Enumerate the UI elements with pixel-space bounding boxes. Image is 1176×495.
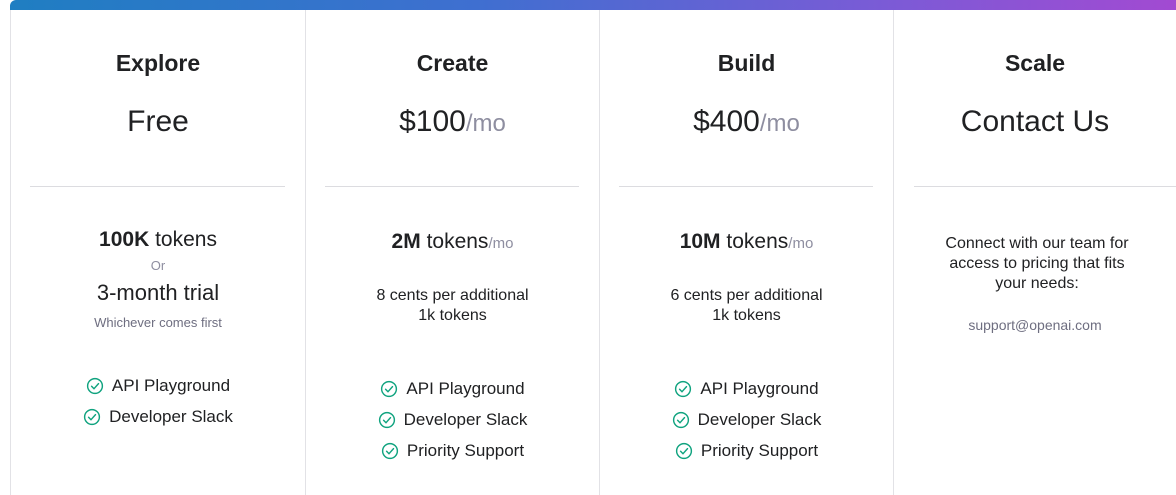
feature-label: API Playground [111, 375, 231, 395]
divider [619, 186, 873, 187]
top-gradient-bar [10, 0, 1176, 10]
check-circle-icon [381, 442, 399, 459]
price-unit: /mo [759, 110, 800, 137]
tier-price: Contact Us [894, 105, 1176, 139]
feature-item: Developer Slack [83, 401, 233, 432]
tier-name: Build [717, 50, 776, 76]
quota-unit: tokens [726, 230, 789, 253]
feature-item: Priority Support [675, 435, 818, 466]
feature-item: API Playground [674, 373, 819, 404]
tier-price: Free [11, 105, 305, 139]
contact-line: access to pricing that fits [949, 255, 1125, 272]
check-circle-icon [672, 411, 689, 428]
contact-description: Connect with our team for access to pric… [904, 234, 1170, 294]
feature-list: API Playground Developer Slack Priority … [306, 373, 599, 466]
tier-build: Build $400/mo 10M tokens/mo 6 cents per … [599, 10, 893, 495]
pricing-table: Explore Free 100K tokens Or 3-month tria… [10, 10, 1176, 495]
tier-explore: Explore Free 100K tokens Or 3-month tria… [10, 10, 305, 495]
check-circle-icon [84, 408, 101, 425]
quota-unit: tokens [155, 228, 217, 251]
whichever-label: Whichever comes first [94, 315, 222, 330]
price-value: Free [127, 105, 189, 138]
check-circle-icon [378, 411, 395, 428]
feature-item: API Playground [86, 370, 230, 401]
feature-item: Developer Slack [378, 404, 528, 435]
extra-cost-line: 6 cents per additional [670, 287, 823, 304]
feature-list: API Playground Developer Slack Priority … [600, 373, 893, 466]
or-label: Or [150, 258, 166, 273]
extra-cost-line: 1k tokens [712, 307, 781, 324]
quota-unit: tokens [426, 230, 489, 253]
token-quota: 100K tokens [11, 228, 305, 252]
price-unit: /mo [465, 110, 506, 137]
extra-cost: 6 cents per additional 1k tokens [600, 286, 893, 326]
support-email-link[interactable]: support@openai.com [894, 317, 1176, 333]
tier-create: Create $100/mo 2M tokens/mo 8 cents per … [305, 10, 599, 495]
extra-cost-line: 8 cents per additional [376, 287, 529, 304]
extra-cost: 8 cents per additional 1k tokens [306, 286, 599, 326]
feature-item: Developer Slack [672, 404, 822, 435]
tier-name: Create [416, 50, 489, 76]
price-value: Contact Us [960, 105, 1110, 138]
feature-label: API Playground [406, 378, 525, 398]
price-value: $100 [399, 105, 466, 138]
tier-price: $100/mo [306, 105, 599, 139]
quota-per: /mo [788, 235, 814, 252]
extra-cost-line: 1k tokens [418, 307, 487, 324]
token-quota: 2M tokens/mo [306, 230, 599, 254]
check-circle-icon [381, 380, 398, 397]
price-value: $400 [693, 105, 760, 138]
feature-list: API Playground Developer Slack [11, 370, 305, 432]
check-circle-icon [675, 380, 692, 397]
tier-price: $400/mo [600, 105, 893, 139]
tier-scale: Scale Contact Us Connect with our team f… [893, 10, 1176, 495]
quota-amount: 100K [99, 228, 150, 251]
quota-per: /mo [488, 235, 514, 252]
feature-label: Priority Support [700, 440, 819, 460]
feature-label: API Playground [700, 378, 819, 398]
divider [325, 186, 579, 187]
divider [914, 186, 1176, 187]
tier-name: Scale [1004, 50, 1066, 76]
divider [30, 186, 285, 187]
feature-label: Priority Support [406, 440, 525, 460]
feature-label: Developer Slack [697, 409, 822, 429]
check-circle-icon [86, 377, 104, 394]
feature-item: API Playground [380, 373, 525, 404]
contact-line: Connect with our team for [945, 235, 1129, 252]
feature-item: Priority Support [381, 435, 524, 466]
feature-label: Developer Slack [403, 409, 528, 429]
token-quota: 10M tokens/mo [600, 230, 893, 254]
feature-label: Developer Slack [109, 406, 233, 426]
trial-label: 3-month trial [96, 280, 220, 305]
quota-amount: 2M [391, 230, 421, 253]
quota-amount: 10M [679, 230, 721, 253]
check-circle-icon [675, 442, 693, 459]
tier-name: Explore [115, 50, 201, 76]
contact-line: your needs: [995, 275, 1079, 292]
